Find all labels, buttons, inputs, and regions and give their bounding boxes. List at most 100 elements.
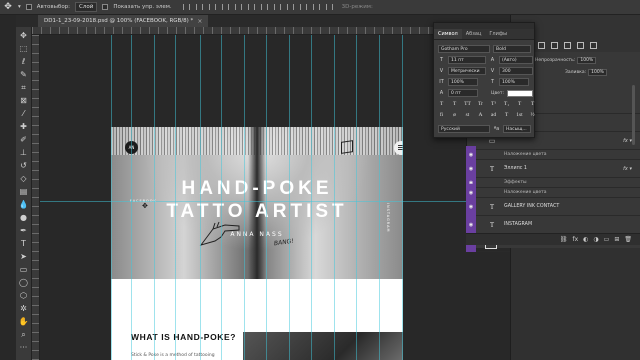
text-style-button[interactable]: T₁ <box>503 101 510 107</box>
marquee-tool-icon[interactable]: ⬚ <box>18 44 30 54</box>
opentype-button[interactable]: fi <box>438 112 445 118</box>
distribute-center-icon[interactable] <box>312 4 320 10</box>
distribute-middle-icon[interactable] <box>273 4 281 10</box>
opentype-button[interactable]: T <box>503 112 510 118</box>
visibility-eye-icon[interactable]: ◉ <box>466 215 476 234</box>
fill-field[interactable]: 100% <box>588 69 607 76</box>
vertical-scale-field[interactable]: 100% <box>448 78 478 86</box>
move-tool-icon[interactable]: ✥ <box>18 31 30 41</box>
layers-scrollbar[interactable] <box>632 85 635 145</box>
gradient-tool-icon[interactable]: ▤ <box>18 187 30 197</box>
tracking-field[interactable]: 300 <box>499 67 533 75</box>
history-brush-tool-icon[interactable]: ↺ <box>18 161 30 171</box>
pen-tool-icon[interactable]: ✒ <box>18 226 30 236</box>
distribute-bottom-icon[interactable] <box>286 4 294 10</box>
align-top-icon[interactable] <box>221 4 229 10</box>
opentype-button[interactable]: ½ <box>529 112 536 118</box>
filter-smart-icon[interactable] <box>590 42 597 49</box>
layer-fx-icon[interactable]: fx ▾ <box>623 138 632 144</box>
opentype-button[interactable]: ad <box>490 112 497 118</box>
frame-tool-icon[interactable]: ⊠ <box>18 96 30 106</box>
text-style-button[interactable]: T <box>516 101 523 107</box>
distribute-top-icon[interactable] <box>260 4 268 10</box>
show-transform-controls-checkbox[interactable] <box>102 4 109 10</box>
align-center-icon[interactable] <box>195 4 203 10</box>
artboard[interactable]: AN HAND-POKE TATTO ARTIST ANNA NASS FACE… <box>111 127 403 360</box>
tab-character[interactable]: Символ <box>434 29 462 39</box>
move-tool-icon[interactable]: ✥ <box>3 2 13 12</box>
text-style-button[interactable]: T <box>451 101 458 107</box>
hand-tool-icon[interactable]: ✋ <box>18 317 30 327</box>
layer-fx-icon[interactable]: fx ▾ <box>623 166 632 172</box>
ellipse-tool-icon[interactable]: ◯ <box>18 278 30 288</box>
dropdown-arrow-icon[interactable]: ▾ <box>18 4 21 10</box>
document-tab[interactable]: DD1-1_23-09-2018.psd @ 100% (FACEBOOK, R… <box>38 15 209 27</box>
layer-row[interactable]: ◉ T INSTAGRAM <box>466 215 640 234</box>
adjustment-icon[interactable]: ◑ <box>593 236 598 243</box>
text-style-button[interactable]: T <box>438 101 445 107</box>
brush-tool-icon[interactable]: ✐ <box>18 135 30 145</box>
fx-icon[interactable]: fx <box>573 236 579 243</box>
filter-type-icon[interactable] <box>564 42 571 49</box>
dodge-tool-icon[interactable]: ● <box>18 213 30 223</box>
text-color-swatch[interactable] <box>507 89 534 97</box>
filter-shape-icon[interactable] <box>577 42 584 49</box>
antialias-select[interactable]: Насыщ... <box>503 125 531 133</box>
baseline-shift-field[interactable]: 0 пт <box>448 89 478 97</box>
blur-tool-icon[interactable]: 💧 <box>18 200 30 210</box>
auto-select-dropdown[interactable]: Слой <box>75 2 98 12</box>
align-right-icon[interactable] <box>208 4 216 10</box>
eraser-tool-icon[interactable]: ◇ <box>18 174 30 184</box>
layer-effect-row[interactable]: ◉ Эффекты <box>466 173 640 192</box>
font-style-select[interactable]: Bold <box>493 45 531 53</box>
distribute-left-icon[interactable] <box>299 4 307 10</box>
distribute-right-icon[interactable] <box>325 4 333 10</box>
filter-adjust-icon[interactable] <box>551 42 558 49</box>
tab-glyphs[interactable]: Глифы <box>485 29 511 39</box>
quick-select-tool-icon[interactable]: ✎ <box>18 70 30 80</box>
opentype-button[interactable]: 1st <box>516 112 523 118</box>
align-bottom-icon[interactable] <box>247 4 255 10</box>
font-family-select[interactable]: Gotham Pro <box>438 45 490 53</box>
layer-effect-row[interactable]: ◉ Наложение цвета <box>466 183 640 202</box>
trash-icon[interactable]: 🗑 <box>624 236 632 243</box>
align-middle-icon[interactable] <box>234 4 242 10</box>
type-tool-icon[interactable]: T <box>18 239 30 249</box>
text-style-button[interactable]: Tr <box>477 101 484 107</box>
text-style-button[interactable]: TT <box>464 101 471 107</box>
eyedropper-tool-icon[interactable]: ⁄ <box>18 109 30 119</box>
new-layer-icon[interactable]: ⊞ <box>614 236 619 243</box>
path-select-tool-icon[interactable]: ➤ <box>18 252 30 262</box>
font-size-field[interactable]: 11 пт <box>448 56 486 64</box>
rectangle-tool-icon[interactable]: ▭ <box>18 265 30 275</box>
folder-icon[interactable]: ▭ <box>604 236 610 243</box>
layer-row[interactable]: ◉ T Эллипс 1 fx ▾ <box>466 159 640 178</box>
mask-icon[interactable]: ◐ <box>583 236 588 243</box>
polygon-tool-icon[interactable]: ⬡ <box>18 291 30 301</box>
kerning-field[interactable]: Метрически <box>448 67 486 75</box>
text-style-button[interactable]: T <box>529 101 536 107</box>
link-icon[interactable]: ⛓ <box>560 236 568 243</box>
close-tab-icon[interactable]: × <box>197 18 202 25</box>
lasso-tool-icon[interactable]: ℓ <box>18 57 30 67</box>
leading-field[interactable]: (Авто) <box>499 56 533 64</box>
text-style-button[interactable]: T¹ <box>490 101 497 107</box>
custom-shape-tool-icon[interactable]: ✲ <box>18 304 30 314</box>
opentype-button[interactable]: A <box>477 112 484 118</box>
filter-pixel-icon[interactable] <box>538 42 545 49</box>
layer-effect-row[interactable]: ◉ Наложение цвета <box>466 145 640 164</box>
language-select[interactable]: Русский <box>438 125 490 133</box>
tab-paragraph[interactable]: Абзац <box>462 29 486 39</box>
healing-tool-icon[interactable]: ✚ <box>18 122 30 132</box>
horizontal-scale-field[interactable]: 100% <box>499 78 529 86</box>
stamp-tool-icon[interactable]: ⊥ <box>18 148 30 158</box>
layer-row[interactable]: ◉ T GALLERY INK CONTACT <box>466 197 640 216</box>
opentype-button[interactable]: st <box>464 112 471 118</box>
more-tools-icon[interactable]: ··· <box>18 343 30 353</box>
opentype-button[interactable]: ø <box>451 112 458 118</box>
visibility-eye-icon[interactable]: ◉ <box>466 197 476 216</box>
zoom-tool-icon[interactable]: ⌕ <box>18 330 30 340</box>
crop-tool-icon[interactable]: ⌗ <box>18 83 30 93</box>
opacity-field[interactable]: 100% <box>577 57 597 64</box>
auto-select-checkbox[interactable] <box>25 4 32 10</box>
